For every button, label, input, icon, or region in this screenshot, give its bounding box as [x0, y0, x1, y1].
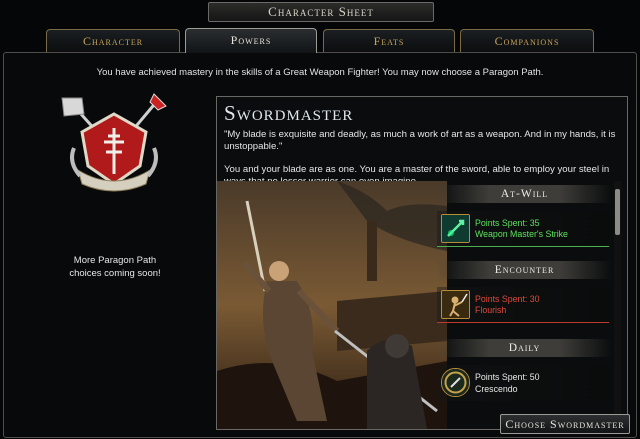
coming-soon-line-1: More Paragon Path	[73, 255, 157, 266]
sword-strike-icon	[441, 214, 470, 243]
daily-header: Daily	[437, 339, 612, 357]
path-quote: "My blade is exquisite and deadly, as mu…	[224, 129, 616, 152]
coming-soon-line-2: choices coming soon!	[69, 268, 161, 279]
tab-companions[interactable]: Companions	[460, 29, 594, 52]
tab-powers[interactable]: Powers	[185, 28, 317, 53]
daily-power-name: Crescendo	[475, 384, 518, 393]
mastery-notice: You have achieved mastery in the skills …	[96, 67, 544, 78]
flourish-icon	[441, 290, 470, 319]
scrollbar-thumb[interactable]	[615, 189, 620, 235]
at-will-header: At-Will	[437, 185, 612, 203]
encounter-power-name: Flourish	[475, 305, 507, 315]
character-sheet-window: Character Sheet Character Powers Feats C…	[0, 0, 640, 439]
power-list-scrollbar[interactable]	[614, 181, 621, 426]
coming-soon-text: More Paragon Path choices coming soon!	[40, 254, 190, 280]
swordmaster-artwork	[217, 181, 447, 429]
encounter-underline	[437, 322, 609, 323]
daily-points: Points Spent: 50	[475, 372, 540, 382]
power-encounter[interactable]: Points Spent: 30 Flourish	[437, 287, 609, 323]
path-title: Swordmaster	[224, 101, 354, 125]
daily-power-icon	[441, 368, 470, 397]
tab-feats[interactable]: Feats	[323, 29, 455, 52]
tab-character[interactable]: Character	[46, 29, 180, 52]
encounter-points: Points Spent: 30	[475, 294, 540, 304]
window-title: Character Sheet	[208, 2, 434, 22]
encounter-header: Encounter	[437, 261, 612, 279]
power-daily[interactable]: Points Spent: 50 Crescendo	[437, 365, 609, 401]
at-will-underline	[437, 246, 609, 247]
power-at-will[interactable]: Points Spent: 35 Weapon Master's Strike	[437, 211, 609, 247]
paragon-emblem-icon	[61, 93, 167, 192]
paragon-path-detail: Swordmaster "My blade is exquisite and d…	[216, 96, 628, 430]
at-will-points: Points Spent: 35	[475, 218, 540, 228]
power-list: At-Will Points Spent: 35 Weapon Master's…	[437, 181, 612, 429]
at-will-power-name: Weapon Master's Strike	[475, 229, 568, 239]
choose-paragon-button[interactable]: Choose Swordmaster	[500, 414, 630, 434]
